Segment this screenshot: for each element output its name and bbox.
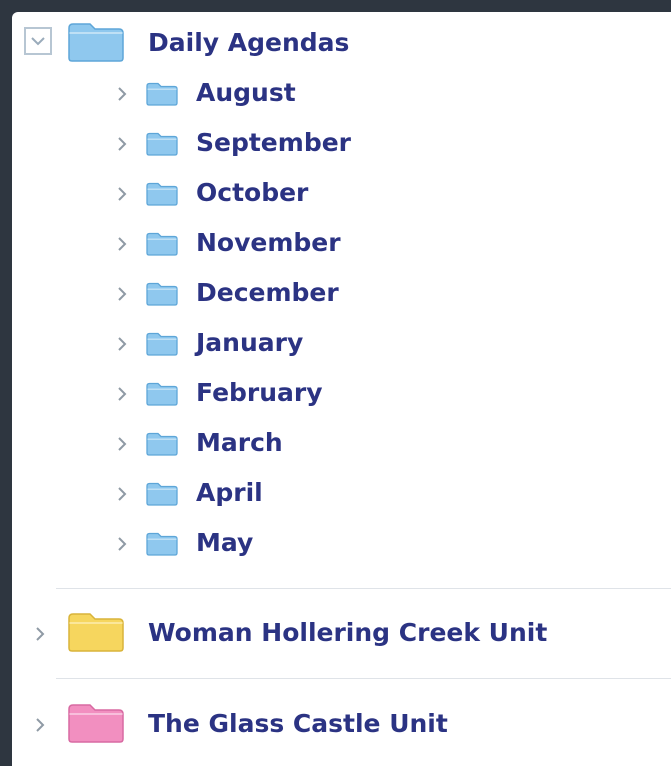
tree-node-label: October	[196, 178, 309, 207]
chevron-right-icon	[36, 718, 45, 732]
folder-icon	[146, 232, 178, 256]
chevron-right-icon	[118, 287, 127, 301]
tree-node-label: Woman Hollering Creek Unit	[148, 618, 548, 647]
tree-node-label: March	[196, 428, 283, 457]
folder-icon	[146, 382, 178, 406]
folder-icon	[146, 282, 178, 306]
folder-icon	[146, 332, 178, 356]
folder-icon	[68, 613, 124, 652]
tree-node-label: April	[196, 478, 263, 507]
divider	[56, 678, 671, 679]
divider	[56, 588, 671, 589]
folder-icon	[146, 432, 178, 456]
chevron-right-icon	[118, 237, 127, 251]
chevron-right-icon	[118, 537, 127, 551]
folder-icon	[68, 704, 124, 743]
chevron-right-icon	[118, 437, 127, 451]
tree-node-label: September	[196, 128, 351, 157]
chevron-right-icon	[118, 337, 127, 351]
tree-node-label: August	[196, 78, 296, 107]
tree-node-label: January	[196, 328, 304, 357]
tree-node-label: Daily Agendas	[148, 28, 350, 57]
tree-node-label: November	[196, 228, 341, 257]
chevron-right-icon	[118, 87, 127, 101]
folder-icon	[146, 182, 178, 206]
tree-node-label: The Glass Castle Unit	[148, 709, 448, 738]
tree-node-label: February	[196, 378, 323, 407]
tree-node-label: May	[196, 528, 254, 557]
chevron-right-icon	[118, 487, 127, 501]
folder-icon	[146, 482, 178, 506]
chevron-right-icon	[118, 387, 127, 401]
tree-node-label: December	[196, 278, 339, 307]
folder-icon	[146, 532, 178, 556]
chevron-down-icon	[31, 37, 45, 46]
chevron-right-icon	[118, 137, 127, 151]
folder-icon	[68, 23, 124, 62]
chevron-right-icon	[36, 627, 45, 641]
folder-icon	[146, 82, 178, 106]
folder-tree-panel: Daily Agendas August September October Nove…	[12, 12, 671, 766]
collapse-toggle[interactable]	[24, 27, 52, 55]
folder-icon	[146, 132, 178, 156]
chevron-right-icon	[118, 187, 127, 201]
